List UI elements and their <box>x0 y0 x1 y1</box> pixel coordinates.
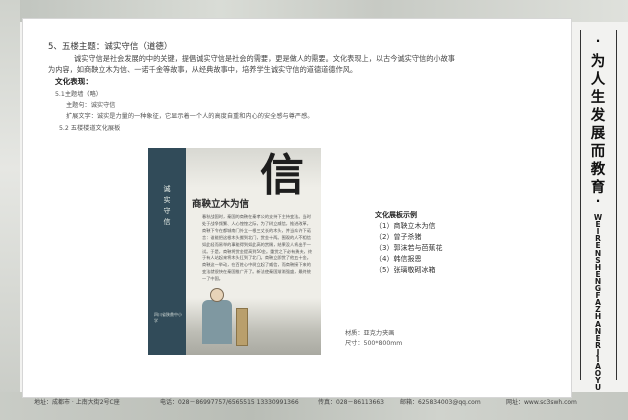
board-story-text: 春秋战国时，秦国的商鞅在秦孝公的支持下主持变法。当时处于战争频繁、人心惶惶之际，… <box>202 214 313 282</box>
footer-address: 地址：成都市 · 上南大街2号C座 <box>34 398 120 406</box>
scholar-figure-illustration <box>200 284 236 344</box>
background-left-band <box>0 0 20 420</box>
banner-dot-middle: · <box>595 194 601 208</box>
banner-dot-top: · <box>595 34 601 48</box>
board-side-band: 诚实守信 四川省陕鼎中小学 <box>148 148 186 355</box>
board-story-title: 商鞅立木为信 <box>192 199 250 210</box>
culture-label: 文化表现： <box>55 77 93 86</box>
footer-fax: 传真：028－86113663 <box>318 398 384 406</box>
wooden-pillar-illustration <box>236 308 248 346</box>
culture-board-preview: 诚实守信 四川省陕鼎中小学 信 商鞅立木为信 春秋战国时，秦国的商鞅在秦孝公的支… <box>148 148 321 355</box>
wall-theme: 主题句：诚实守信 <box>66 102 116 109</box>
footer-email: 邮箱：625834003@qq.com <box>400 398 481 406</box>
board-size: 尺寸：500*800mm <box>345 340 403 347</box>
board-material: 材质：亚克力夹画 <box>345 330 395 337</box>
board-org: 四川省陕鼎中小学 <box>154 312 182 323</box>
section-heading: 5、五楼主题：诚实守信（道德） <box>48 42 173 52</box>
board-item: 5.2 五楼楼道文化展板 <box>59 125 121 132</box>
board-big-character: 信 <box>260 150 304 201</box>
footer-phone: 电话：028－86997757/6565515 13330991366 <box>160 398 299 406</box>
intro-line-2: 为内容，如商鞅立木为信、一诺千金等故事，从经典故事中，培养学生诚实守信的道德道德… <box>48 65 358 74</box>
example-item: （2）曾子杀猪 <box>375 233 422 241</box>
wall-extension-text: 扩展文字：诚实是力量的一种象征，它显示着一个人的高度自重和内心的安全感与尊严感。 <box>66 113 314 120</box>
intro-paragraph: 诚实守信是社会发展的中的关键，提倡诚实守信是社会的需要，更是做人的需要。文化表现… <box>48 53 568 75</box>
example-item: （5）张璃敬砌冰箱 <box>375 266 436 274</box>
wall-item: 5.1主题墙（略） <box>55 91 102 98</box>
banner-pinyin-letter: U <box>594 383 602 393</box>
example-item: （1）商鞅立木为信 <box>375 222 436 230</box>
intro-line-1: 诚实守信是社会发展的中的关键，提倡诚实守信是社会的需要，更是做人的需要。文化表现… <box>74 54 455 63</box>
footer-bar: 地址：成都市 · 上南大街2号C座 电话：028－86997757/656551… <box>0 394 628 408</box>
footer-website: 网址：www.sc3swh.com <box>506 398 577 406</box>
examples-title: 文化展板示例 <box>375 211 417 219</box>
example-item: （3）郭沫若与芭蕉花 <box>375 244 443 252</box>
board-band-title: 诚实守信 <box>163 185 171 226</box>
example-item: （4）韩信报恩 <box>375 255 422 263</box>
